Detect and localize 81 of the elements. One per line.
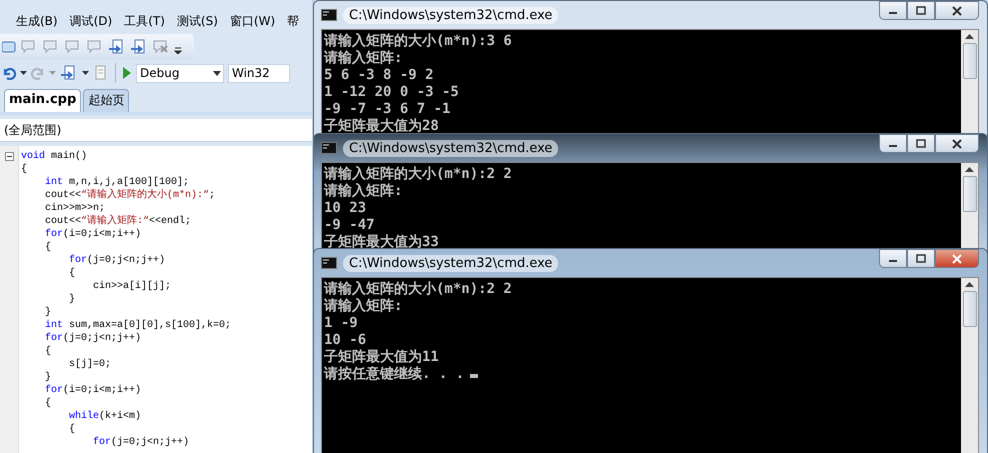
code-line: cout<<“请输入矩阵:“<<endl; (44, 215, 192, 228)
menu-item[interactable]: 调试(D) (70, 12, 112, 30)
console-icon (321, 142, 337, 154)
dropdown-caret-icon[interactable] (82, 71, 89, 75)
console-line: 请输入矩阵: (324, 50, 404, 67)
editor-tab[interactable]: main.cpp (4, 89, 82, 112)
code-line: { (21, 163, 28, 176)
maximize-icon (916, 254, 926, 263)
close-button[interactable] (935, 134, 979, 153)
code-line: } (68, 293, 76, 306)
console-line: 请输入矩阵的大小(m*n):2 2 (324, 281, 513, 298)
maximize-button[interactable] (907, 249, 935, 268)
code-line: { (68, 423, 76, 436)
menu-item[interactable]: 帮 (287, 12, 300, 30)
minimize-button[interactable] (879, 249, 907, 268)
dropdown-caret-icon (213, 70, 221, 76)
platform-dropdown[interactable]: Win32 (228, 64, 290, 82)
console-line: 10 23 (324, 200, 368, 217)
code-line: s[j]=0; (68, 358, 112, 371)
console-line: 请输入矩阵的大小(m*n):2 2 (324, 166, 513, 183)
code-line: { (44, 241, 52, 254)
scrollbar-thumb[interactable] (962, 176, 976, 212)
scroll-up-icon[interactable] (965, 166, 974, 172)
console-line: 1 -9 (324, 315, 359, 332)
dropdown-caret-icon[interactable] (20, 71, 27, 75)
code-line: for(j=0;j<n;j++) (44, 332, 142, 345)
console-line: 5 6 -3 8 -9 2 (324, 67, 435, 84)
menu-item[interactable]: 生成(B) (16, 12, 58, 30)
console-line: -9 -47 (324, 217, 376, 234)
window-title: C:\Windows\system32\cmd.exe (343, 254, 558, 272)
console-line: 子矩阵最大值为28 (324, 118, 440, 135)
scope-dropdown[interactable]: (全局范围) (0, 119, 312, 142)
maximize-icon (916, 139, 926, 148)
console-line: 请输入矩阵: (324, 298, 404, 315)
code-line: for(i=0;i<m;i++) (44, 228, 142, 241)
code-line: { (68, 267, 76, 280)
code-line: { (44, 397, 52, 410)
console-line: 请按任意键继续. . . (324, 366, 959, 383)
code-line: int sum,max=a[0][0],s[100],k=0; (44, 319, 232, 332)
console-line: 子矩阵最大值为11 (324, 349, 440, 366)
undo-icon[interactable] (2, 66, 16, 80)
scrollbar-thumb[interactable] (962, 43, 976, 79)
menu-item[interactable]: 工具(T) (124, 12, 165, 30)
code-line: for(i=0;i<m;i++) (44, 384, 142, 397)
maximize-icon (916, 6, 926, 15)
console-icon (321, 257, 337, 269)
console-line: 请输入矩阵: (324, 183, 404, 200)
code-line: cin>>m>>n; (44, 202, 106, 214)
menu-item[interactable]: 测试(S) (176, 12, 218, 30)
scroll-up-icon[interactable] (965, 281, 974, 287)
console-line: 子矩阵最大值为33 (324, 234, 440, 251)
code-line: cin>>a[i][j]; (92, 280, 172, 293)
code-line: } (44, 371, 52, 384)
console-line: 1 -12 20 0 -3 -5 (324, 84, 460, 101)
close-icon (951, 6, 963, 16)
collapse-icon[interactable] (5, 152, 14, 161)
console-line: -9 -7 -3 6 7 -1 (324, 101, 452, 118)
code-line: cout<<“请输入矩阵的大小(m*n):“; (44, 189, 216, 202)
code-line: } (44, 306, 52, 319)
toolbar-button-icon[interactable] (2, 40, 16, 54)
play-icon[interactable] (122, 66, 132, 80)
maximize-button[interactable] (907, 134, 935, 153)
minimize-button[interactable] (879, 134, 907, 153)
console-line: 请输入矩阵的大小(m*n):3 6 (324, 33, 513, 50)
scrollbar-thumb[interactable] (962, 291, 976, 327)
window-title: C:\Windows\system32\cmd.exe (343, 6, 558, 24)
editor-tab[interactable]: 起始页 (83, 89, 130, 112)
console-line: 10 -6 (324, 332, 368, 349)
scroll-up-icon[interactable] (965, 33, 974, 39)
menu-item[interactable]: 窗口(W) (230, 12, 276, 30)
console-icon (321, 9, 337, 21)
close-icon (951, 254, 963, 264)
configuration-dropdown[interactable]: Debug (136, 64, 224, 82)
window-title: C:\Windows\system32\cmd.exe (343, 140, 558, 156)
close-icon (951, 138, 963, 148)
code-line: for(j=0;j<n;j++) (68, 254, 166, 267)
code-line: while(k+i<m) (68, 410, 142, 423)
code-line: void main() (21, 150, 88, 163)
code-line: for(j=0;j<n;j++) (92, 436, 190, 449)
code-line: int m,n,i,j,a[100][100]; (44, 176, 190, 188)
code-line: { (44, 345, 52, 358)
